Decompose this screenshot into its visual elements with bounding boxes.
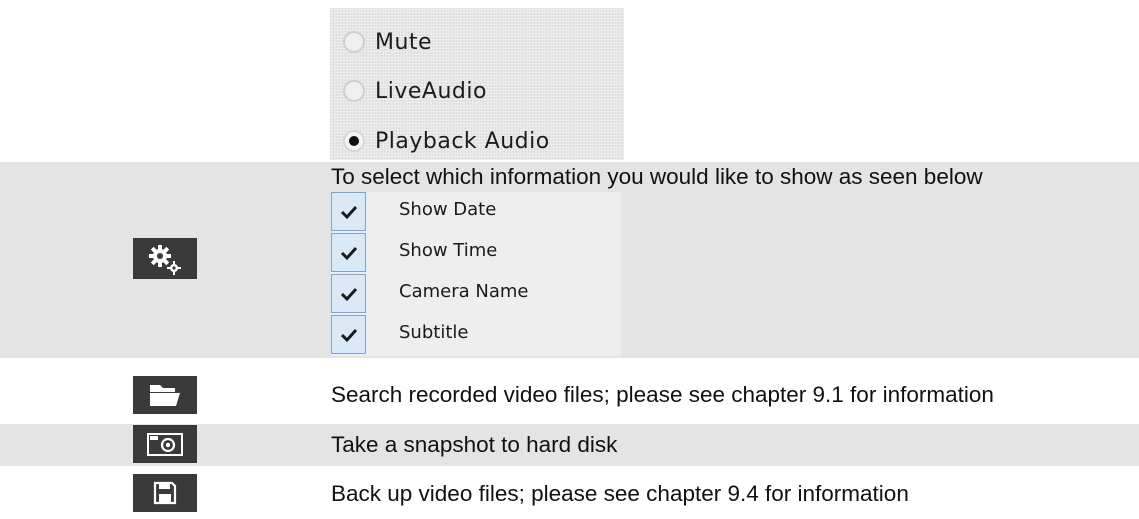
folder-icon[interactable] (133, 376, 197, 414)
checkbox-checked[interactable] (331, 192, 366, 231)
checklist-item-camera-name[interactable]: Camera Name (331, 274, 621, 315)
checkmark-icon (340, 205, 357, 219)
camera-icon[interactable] (133, 425, 197, 463)
gears-icon[interactable] (133, 238, 197, 279)
checkbox-checked[interactable] (331, 274, 366, 313)
checklist-item-show-date[interactable]: Show Date (331, 192, 621, 233)
audio-options-panel: Mute LiveAudio Playback Audio (330, 8, 624, 160)
radio-button[interactable] (343, 31, 365, 53)
checkbox-checked[interactable] (331, 233, 366, 272)
radio-option-playback-audio[interactable]: Playback Audio (330, 121, 550, 160)
manual-page: Mute LiveAudio Playback Audio To select … (0, 0, 1139, 519)
checkbox-label: Subtitle (399, 322, 469, 343)
radio-option-mute[interactable]: Mute (330, 22, 432, 62)
radio-button[interactable] (343, 80, 365, 102)
display-options-checklist: Show Date Show Time Camera Name Subtitle (331, 192, 621, 356)
settings-description: To select which information you would li… (331, 164, 983, 189)
radio-label: Playback Audio (375, 128, 550, 154)
checkmark-icon (340, 246, 357, 260)
checklist-item-show-time[interactable]: Show Time (331, 233, 621, 274)
search-description: Search recorded video files; please see … (331, 382, 994, 407)
checkmark-icon (340, 287, 357, 301)
checklist-item-subtitle[interactable]: Subtitle (331, 315, 621, 356)
checkbox-checked[interactable] (331, 315, 366, 354)
radio-label: LiveAudio (375, 78, 487, 104)
radio-option-live-audio[interactable]: LiveAudio (330, 71, 487, 111)
checkbox-label: Show Date (399, 199, 497, 220)
floppy-disk-icon[interactable] (133, 474, 197, 512)
snapshot-description: Take a snapshot to hard disk (331, 432, 618, 457)
checkmark-icon (340, 328, 357, 342)
backup-description: Back up video files; please see chapter … (331, 481, 909, 506)
radio-button-selected[interactable] (343, 130, 365, 152)
checkbox-label: Camera Name (399, 281, 529, 302)
radio-label: Mute (375, 29, 433, 55)
checkbox-label: Show Time (399, 240, 498, 261)
